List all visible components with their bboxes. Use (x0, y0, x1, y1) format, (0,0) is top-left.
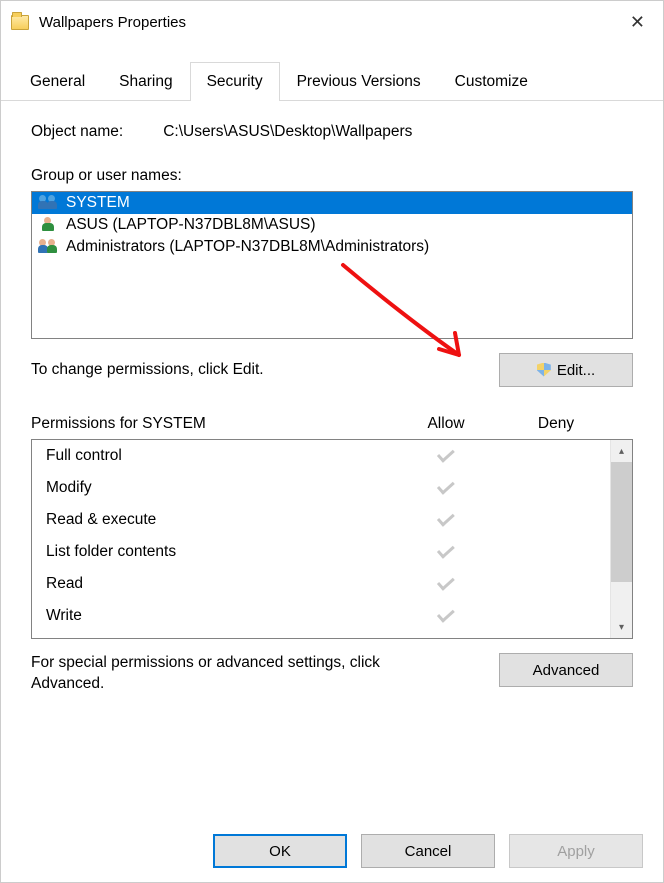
group-item-label: ASUS (LAPTOP-N37DBL8M\ASUS) (66, 216, 316, 234)
perm-row-list-folder[interactable]: List folder contents (32, 536, 610, 568)
scroll-down-icon[interactable]: ▾ (611, 616, 632, 638)
tab-general[interactable]: General (13, 62, 102, 101)
perm-allow (390, 606, 500, 627)
group-item-label: Administrators (LAPTOP-N37DBL8M\Administ… (66, 238, 429, 256)
object-name-label: Object name: (31, 123, 123, 141)
perm-row-write[interactable]: Write (32, 600, 610, 632)
group-item-administrators[interactable]: Administrators (LAPTOP-N37DBL8M\Administ… (32, 236, 632, 258)
cancel-button[interactable]: Cancel (361, 834, 495, 868)
edit-hint: To change permissions, click Edit. (31, 361, 264, 379)
ok-button[interactable]: OK (213, 834, 347, 868)
perm-name: Full control (46, 447, 390, 465)
window-title: Wallpapers Properties (39, 14, 186, 31)
perm-row-read-execute[interactable]: Read & execute (32, 504, 610, 536)
group-list-label: Group or user names: (31, 167, 633, 185)
group-listbox[interactable]: SYSTEM ASUS (LAPTOP-N37DBL8M\ASUS) Admin… (31, 191, 633, 339)
permissions-header: Permissions for SYSTEM (31, 415, 391, 433)
perm-row-read[interactable]: Read (32, 568, 610, 600)
check-icon (439, 445, 451, 467)
permissions-col-deny: Deny (501, 415, 611, 433)
users-group-icon (38, 194, 60, 212)
advanced-hint: For special permissions or advanced sett… (31, 653, 411, 695)
admins-group-icon (38, 238, 60, 256)
perm-row-modify[interactable]: Modify (32, 472, 610, 504)
perm-allow (390, 542, 500, 563)
user-icon (38, 216, 60, 234)
perm-name: List folder contents (46, 543, 390, 561)
perm-name: Read & execute (46, 511, 390, 529)
perm-allow (390, 510, 500, 531)
permissions-scrollbar[interactable]: ▴ ▾ (610, 440, 632, 638)
group-item-label: SYSTEM (66, 194, 130, 212)
titlebar: Wallpapers Properties ✕ (1, 1, 663, 43)
tab-sharing[interactable]: Sharing (102, 62, 189, 101)
perm-name: Modify (46, 479, 390, 497)
edit-button[interactable]: Edit... (499, 353, 633, 387)
perm-allow (390, 574, 500, 595)
check-icon (439, 509, 451, 531)
scroll-up-icon[interactable]: ▴ (611, 440, 632, 462)
close-icon[interactable]: ✕ (622, 10, 653, 35)
advanced-button[interactable]: Advanced (499, 653, 633, 687)
perm-row-full-control[interactable]: Full control (32, 440, 610, 472)
permissions-list: Full control Modify Read & execute List … (31, 439, 633, 639)
perm-name: Read (46, 575, 390, 593)
check-icon (439, 541, 451, 563)
check-icon (439, 477, 451, 499)
group-item-asus[interactable]: ASUS (LAPTOP-N37DBL8M\ASUS) (32, 214, 632, 236)
scroll-thumb[interactable] (611, 462, 632, 582)
folder-icon (11, 15, 29, 30)
object-name-value: C:\Users\ASUS\Desktop\Wallpapers (163, 123, 412, 141)
apply-button: Apply (509, 834, 643, 868)
security-pane: Object name: C:\Users\ASUS\Desktop\Wallp… (1, 101, 663, 705)
group-item-system[interactable]: SYSTEM (32, 192, 632, 214)
perm-allow (390, 478, 500, 499)
tab-previous-versions[interactable]: Previous Versions (280, 62, 438, 101)
perm-allow (390, 446, 500, 467)
check-icon (439, 605, 451, 627)
dialog-button-row: OK Cancel Apply (213, 834, 643, 868)
tab-security[interactable]: Security (190, 62, 280, 101)
check-icon (439, 573, 451, 595)
tab-customize[interactable]: Customize (438, 62, 545, 101)
tab-strip: General Sharing Security Previous Versio… (1, 61, 663, 101)
perm-name: Write (46, 607, 390, 625)
permissions-col-allow: Allow (391, 415, 501, 433)
